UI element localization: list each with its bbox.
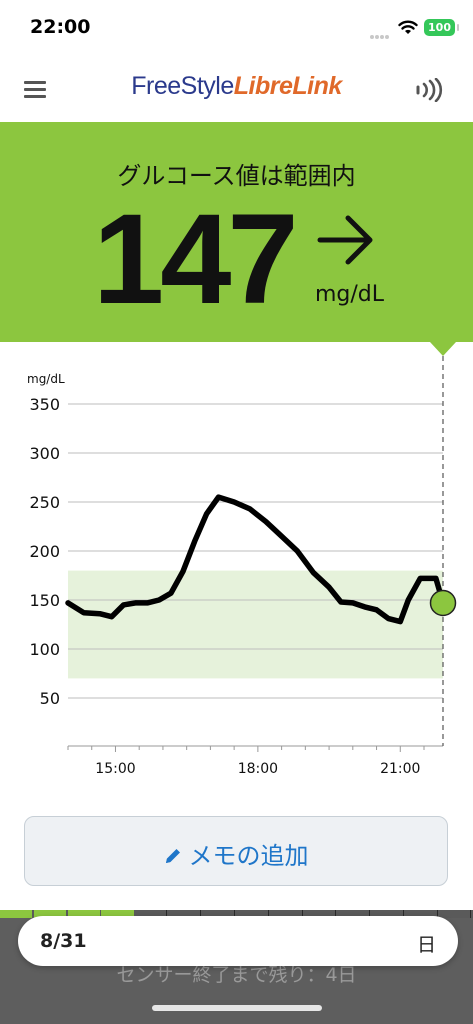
- y-tick-label: 100: [29, 640, 60, 659]
- y-tick-label: 150: [29, 591, 60, 610]
- glucose-chart-svg: 50 100 150 200 250 300 350 15:00 18:00 21:00 mg/…: [27, 356, 457, 777]
- status-bar: 22:00 100: [0, 0, 473, 54]
- glucose-status-banner: グルコース値は範囲内 147 mg/dL: [0, 122, 473, 342]
- x-tick-label: 18:00: [238, 761, 278, 777]
- current-glucose-value: 147: [93, 188, 299, 331]
- status-time: 22:00: [30, 16, 91, 38]
- date-selector[interactable]: 8/31 日: [18, 916, 458, 966]
- selected-date: 8/31: [40, 930, 87, 952]
- y-tick-label: 200: [29, 542, 60, 561]
- glucose-chart[interactable]: 50 100 150 200 250 300 350 15:00 18:00 21:00 mg/…: [0, 356, 473, 786]
- brand-freestyle: FreeStyle: [131, 72, 234, 100]
- trend-arrow-right-icon: [317, 215, 373, 265]
- home-indicator[interactable]: [152, 1005, 322, 1011]
- y-tick-label: 350: [29, 395, 60, 414]
- app-logo: FreeStyleLibreLink: [0, 72, 473, 101]
- glucose-status-title: グルコース値は範囲内: [117, 162, 356, 190]
- sensor-day-segment: [439, 910, 472, 918]
- pencil-icon: [165, 849, 180, 863]
- wifi-icon: [398, 20, 418, 34]
- x-tick-label: 21:00: [380, 761, 420, 777]
- period-label: 日: [416, 934, 436, 956]
- nfc-scan-icon[interactable]: [415, 78, 443, 102]
- current-reading-point[interactable]: [429, 589, 457, 617]
- add-memo-label: メモの追加: [188, 842, 309, 870]
- banner-pointer: [430, 342, 456, 356]
- y-tick-label: 300: [29, 444, 60, 463]
- add-memo-button[interactable]: メモの追加: [24, 816, 448, 886]
- app-header: FreeStyleLibreLink: [0, 54, 473, 122]
- x-tick-label: 15:00: [95, 761, 135, 777]
- battery-icon: 100: [424, 19, 459, 36]
- y-tick-label: 250: [29, 493, 60, 512]
- glucose-unit: mg/dL: [315, 282, 385, 307]
- sensor-day-segment: [0, 910, 33, 918]
- y-tick-label: 50: [40, 689, 60, 708]
- brand-librelink: LibreLink: [233, 72, 343, 100]
- cellular-signal-icon: [370, 24, 392, 39]
- target-range-band: [68, 570, 443, 679]
- y-axis-unit-label: mg/dL: [27, 372, 65, 386]
